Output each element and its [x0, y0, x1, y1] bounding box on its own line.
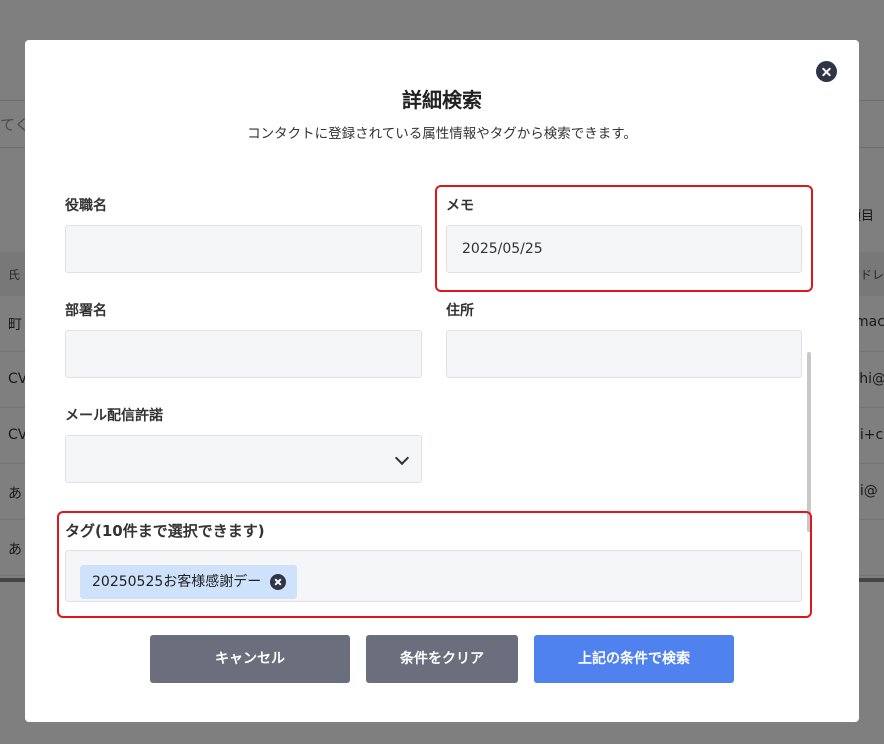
cancel-button[interactable]: キャンセル	[150, 635, 350, 683]
job-title-label: 役職名	[65, 198, 107, 214]
search-button[interactable]: 上記の条件で検索	[534, 635, 734, 683]
clear-conditions-button[interactable]: 条件をクリア	[366, 635, 518, 683]
department-label: 部署名	[65, 303, 107, 319]
close-icon[interactable]	[816, 61, 837, 82]
job-title-input[interactable]	[65, 225, 422, 273]
mail-permission-label: メール配信許諾	[65, 408, 163, 424]
advanced-search-modal: 詳細検索 コンタクトに登録されている属性情報やタグから検索できます。 役職名 メ…	[25, 40, 859, 722]
tags-highlight-box	[57, 511, 812, 618]
scrollbar-thumb[interactable]	[807, 352, 811, 532]
department-input[interactable]	[65, 330, 422, 378]
modal-subtitle: コンタクトに登録されている属性情報やタグから検索できます。	[247, 126, 637, 142]
mail-permission-select[interactable]	[65, 435, 422, 483]
modal-title: 詳細検索	[402, 88, 482, 112]
chevron-down-icon	[394, 450, 410, 466]
address-label: 住所	[446, 303, 474, 319]
memo-highlight-box	[435, 185, 813, 292]
address-input[interactable]	[446, 330, 802, 378]
